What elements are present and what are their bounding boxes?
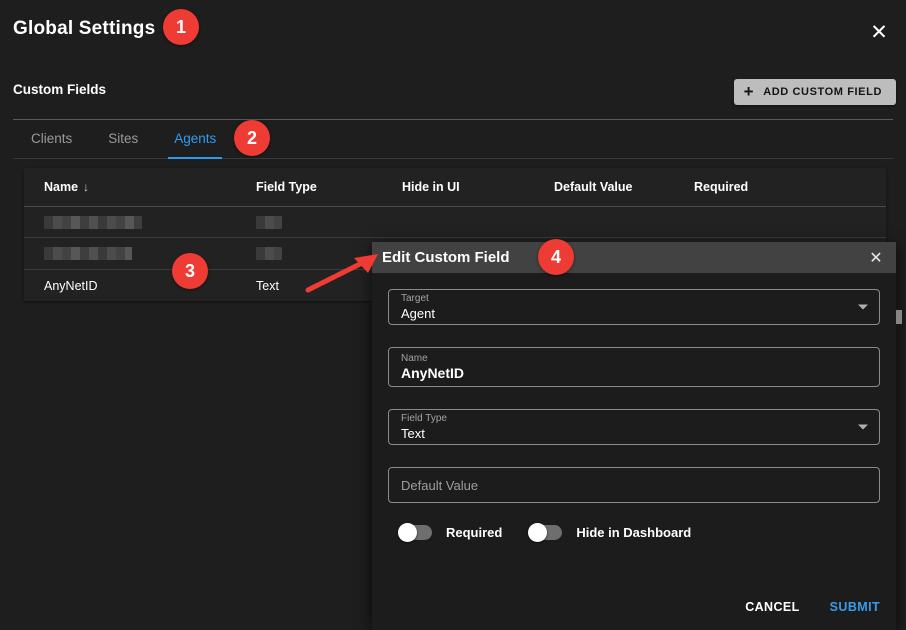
annotation-badge-1: 1 xyxy=(163,9,199,45)
default-value-input[interactable]: Default Value xyxy=(388,467,880,503)
column-header-required[interactable]: Required xyxy=(694,180,814,194)
toggle-row: Required Hide in Dashboard xyxy=(388,523,880,542)
tab-clients-label: Clients xyxy=(31,131,73,146)
annotation-badge-3: 3 xyxy=(172,253,208,289)
column-header-name-label: Name xyxy=(44,180,79,194)
section-title: Custom Fields xyxy=(13,82,107,97)
submit-button[interactable]: SUBMIT xyxy=(828,596,882,618)
name-value: AnyNetID xyxy=(401,365,465,381)
cell-name xyxy=(24,247,256,260)
dialog-header: Edit Custom Field ✕ xyxy=(372,242,896,273)
column-header-hide-in-ui[interactable]: Hide in UI xyxy=(402,180,554,194)
required-toggle[interactable] xyxy=(398,523,432,542)
toggle-knob xyxy=(398,523,417,542)
annotation-badge-4: 4 xyxy=(538,239,574,275)
add-custom-field-label: ADD CUSTOM FIELD xyxy=(763,86,882,98)
required-toggle-label: Required xyxy=(446,525,503,540)
chevron-down-icon xyxy=(858,304,868,310)
toggle-knob xyxy=(528,523,548,542)
chevron-down-icon xyxy=(858,424,868,430)
name-label: Name xyxy=(401,353,428,364)
close-icon[interactable]: ✕ xyxy=(862,15,896,49)
page-title: Global Settings xyxy=(13,18,156,39)
redacted-value xyxy=(44,247,132,260)
background-content-sliver xyxy=(896,310,902,324)
tab-agents[interactable]: Agents xyxy=(156,120,234,159)
cell-name xyxy=(24,215,256,229)
redacted-value xyxy=(256,215,282,229)
name-field[interactable]: Name AnyNetID xyxy=(388,347,880,387)
column-header-default-value[interactable]: Default Value xyxy=(554,180,694,194)
field-type-label: Field Type xyxy=(401,413,447,424)
target-label: Target xyxy=(401,293,429,304)
column-header-name[interactable]: Name ↓ xyxy=(24,180,256,194)
dialog-actions: CANCEL SUBMIT xyxy=(743,596,882,618)
dialog-body: Target Agent Name AnyNetID Field Type Te… xyxy=(372,273,896,542)
field-type-value: Text xyxy=(401,426,425,441)
column-header-field-type[interactable]: Field Type xyxy=(256,180,402,194)
target-value: Agent xyxy=(401,306,435,321)
tab-sites-label: Sites xyxy=(108,131,139,146)
dialog-title: Edit Custom Field xyxy=(382,249,510,266)
hide-in-dashboard-toggle[interactable] xyxy=(528,523,563,542)
page-header: Global Settings ✕ xyxy=(0,0,906,64)
tab-agents-label: Agents xyxy=(174,131,217,146)
cancel-button[interactable]: CANCEL xyxy=(743,596,801,618)
table-row[interactable] xyxy=(24,207,886,238)
plus-icon: + xyxy=(743,82,755,101)
custom-fields-section-bar: Custom Fields + ADD CUSTOM FIELD xyxy=(0,70,906,116)
cell-field-type xyxy=(256,215,402,229)
default-value-placeholder: Default Value xyxy=(401,477,479,493)
edit-custom-field-dialog: Edit Custom Field ✕ Target Agent Name An… xyxy=(372,242,896,630)
add-custom-field-button[interactable]: + ADD CUSTOM FIELD xyxy=(733,79,896,105)
cell-name: AnyNetID xyxy=(44,278,98,293)
redacted-value xyxy=(44,215,142,229)
arrow-down-icon: ↓ xyxy=(83,180,90,194)
tab-clients[interactable]: Clients xyxy=(13,120,90,158)
annotation-badge-2: 2 xyxy=(234,120,270,156)
close-icon[interactable]: ✕ xyxy=(864,242,888,273)
tab-sites[interactable]: Sites xyxy=(90,120,156,158)
table-header-row: Name ↓ Field Type Hide in UI Default Valu… xyxy=(24,168,886,207)
field-type-select[interactable]: Field Type Text xyxy=(388,409,880,445)
target-select[interactable]: Target Agent xyxy=(388,289,880,325)
tabs-container: Clients Sites Agents xyxy=(13,119,893,159)
hide-in-dashboard-toggle-label: Hide in Dashboard xyxy=(576,525,692,540)
redacted-value xyxy=(256,247,282,260)
